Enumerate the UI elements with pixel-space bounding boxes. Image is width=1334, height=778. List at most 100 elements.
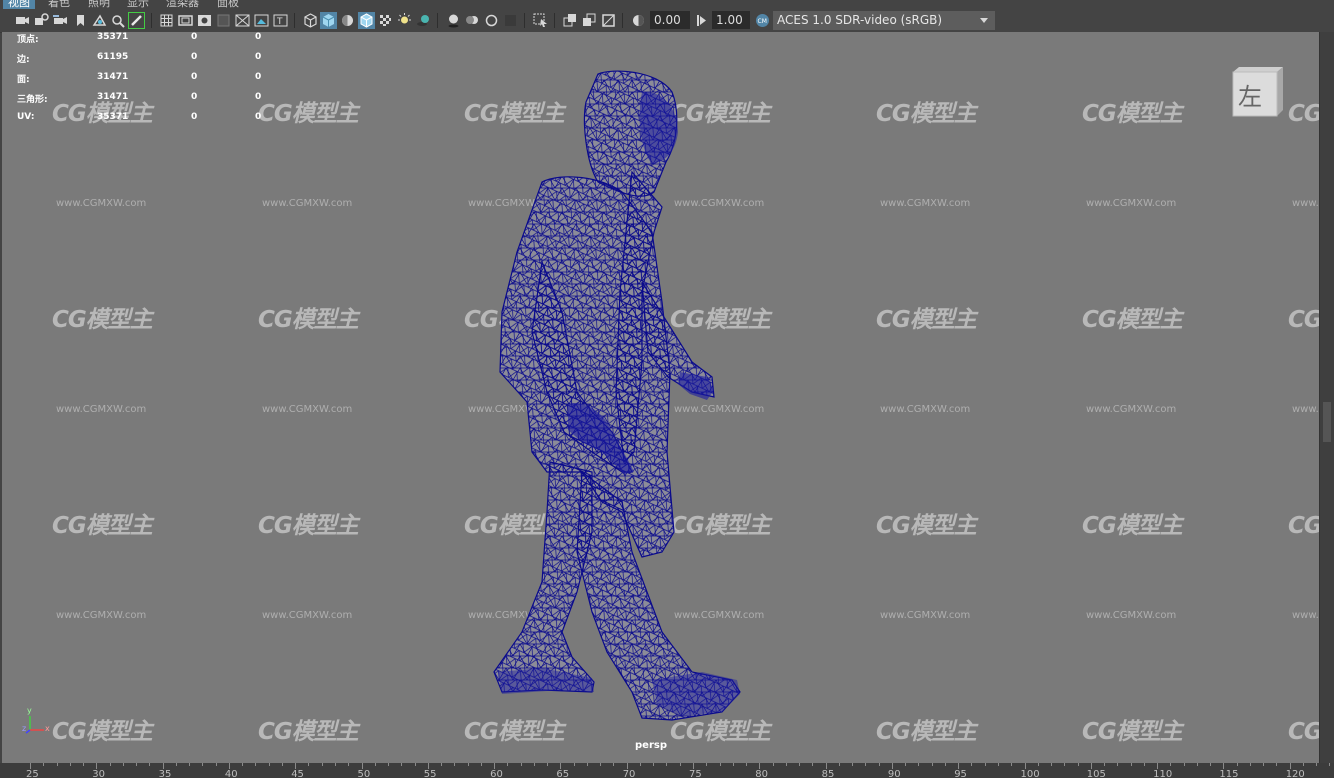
ruler-minor-tick (321, 763, 323, 766)
panel-menu-bar: 视图 着色 照明 显示 渲染器 面板 (0, 0, 1334, 9)
xray-icon[interactable] (562, 12, 579, 29)
xray-joints-icon[interactable] (581, 12, 598, 29)
scrollbar-thumb[interactable] (1323, 402, 1331, 442)
ruler-minor-tick (1051, 763, 1053, 766)
hud-components: 0 (255, 112, 262, 122)
hud-total: 31471 (97, 72, 129, 82)
shadows-icon[interactable] (415, 12, 432, 29)
ruler-minor-tick (1037, 763, 1039, 766)
character-wireframe-mesh[interactable] (2, 32, 1319, 763)
gamma-field[interactable]: 1.00 (712, 11, 750, 29)
depth-of-field-icon[interactable] (502, 12, 519, 29)
use-all-lights-icon[interactable] (396, 12, 413, 29)
svg-text:CM: CM (758, 18, 767, 25)
ruler-minor-tick (600, 763, 602, 766)
smooth-shade-all-icon[interactable] (320, 12, 337, 29)
ruler-minor-tick (136, 763, 138, 766)
ruler-tick-label: 65 (556, 769, 570, 778)
ruler-minor-tick (944, 763, 946, 766)
ruler-minor-tick (653, 763, 655, 766)
view-cube[interactable]: 左 (1227, 64, 1291, 124)
safe-title-icon[interactable]: T (272, 12, 289, 29)
exposure-field[interactable]: 0.00 (650, 11, 690, 29)
ruler-tick-label: 45 (291, 769, 304, 778)
gate-mask-icon[interactable] (215, 12, 232, 29)
camera-attributes-icon[interactable] (14, 12, 31, 29)
ruler-minor-tick (122, 763, 124, 766)
isolate-select-icon[interactable] (532, 12, 549, 29)
ruler-tick-label: 70 (622, 769, 636, 778)
right-scrollbar[interactable] (1320, 32, 1334, 763)
ruler-minor-tick (1064, 763, 1066, 766)
2d-pan-zoom-icon[interactable] (110, 12, 127, 29)
menu-renderer[interactable]: 渲染器 (166, 0, 199, 9)
ruler-minor-tick (454, 763, 456, 766)
grease-pencil-icon[interactable] (128, 12, 145, 29)
ruler-minor-tick (1011, 763, 1013, 766)
gamma-icon[interactable] (693, 12, 710, 29)
menu-lighting[interactable]: 照明 (88, 0, 110, 9)
motion-blur-icon[interactable] (464, 12, 481, 29)
ruler-minor-tick (997, 763, 999, 766)
textured-icon[interactable] (377, 12, 394, 29)
ruler-minor-tick (520, 763, 522, 766)
ruler-minor-tick (388, 763, 390, 766)
ruler-tick-label: 25 (26, 769, 39, 778)
ruler-minor-tick (507, 763, 509, 766)
ruler-tick-label: 90 (887, 769, 901, 778)
view-transform-dropdown[interactable]: ACES 1.0 SDR-video (sRGB) (773, 11, 995, 30)
ruler-minor-tick (401, 763, 403, 766)
ruler-minor-tick (480, 763, 482, 766)
backface-culling-icon[interactable] (600, 12, 617, 29)
ruler-minor-tick (1276, 763, 1278, 766)
ruler-tick-label: 75 (689, 769, 702, 778)
ruler-tick-label: 110 (1153, 769, 1173, 778)
resolution-gate-icon[interactable] (196, 12, 213, 29)
ruler-tick-label: 100 (1020, 769, 1040, 778)
ruler-minor-tick (149, 763, 151, 766)
bookmark-icon[interactable] (72, 12, 89, 29)
hud-total: 31471 (97, 92, 129, 102)
ruler-tick-label: 35 (158, 769, 172, 778)
multisample-aa-icon[interactable] (483, 12, 500, 29)
default-material-icon[interactable] (339, 12, 356, 29)
hud-components: 0 (255, 52, 262, 62)
hud-total: 35371 (97, 112, 129, 122)
hud-label: UV: (17, 112, 35, 122)
ruler-tick-label: 115 (1219, 769, 1239, 778)
hud-total: 61195 (97, 52, 129, 62)
hud-label: 顶点: (17, 35, 39, 45)
image-plane-icon[interactable] (91, 12, 108, 29)
safe-action-icon[interactable] (253, 12, 270, 29)
ruler-minor-tick (215, 763, 217, 766)
camera-lock-icon[interactable] (33, 12, 50, 29)
ruler-minor-tick (1329, 763, 1331, 766)
axis-z-label: z (22, 724, 27, 733)
grid-icon[interactable] (158, 12, 175, 29)
menu-view[interactable]: 视图 (3, 0, 35, 9)
ruler-minor-tick (878, 763, 880, 766)
camera-bookmarks-icon[interactable] (52, 12, 69, 29)
menu-panels[interactable]: 面板 (217, 0, 239, 9)
ruler-minor-tick (852, 763, 854, 766)
ruler-tick-label: 95 (954, 769, 967, 778)
view-transform-icon[interactable]: CM (754, 12, 771, 29)
view-cube-face-label: 左 (1238, 83, 1262, 111)
ruler-minor-tick (83, 763, 85, 766)
exposure-icon[interactable] (630, 12, 647, 29)
wireframe-on-shaded-icon[interactable] (358, 12, 375, 29)
time-slider-ruler[interactable]: 25 30 35 40 45 50 55 60 65 70 75 80 85 90 95 100 105 110 1… (0, 763, 1334, 778)
ruler-minor-tick (1316, 763, 1318, 766)
hud-selected: 0 (191, 72, 198, 82)
menu-shading[interactable]: 着色 (48, 0, 70, 9)
hud-components: 0 (255, 32, 262, 42)
wireframe-icon[interactable] (302, 12, 319, 29)
perspective-viewport[interactable]: CG模型主CG模型主CG模型主CG模型主CG模型主CG模型主CG模型主CG模型主… (2, 32, 1320, 763)
ruler-minor-tick (984, 763, 986, 766)
field-chart-icon[interactable] (234, 12, 251, 29)
ruler-minor-tick (573, 763, 575, 766)
menu-show[interactable]: 显示 (127, 0, 149, 9)
film-gate-icon[interactable] (177, 12, 194, 29)
hud-selected: 0 (191, 52, 198, 62)
screen-space-ao-icon[interactable] (445, 12, 462, 29)
